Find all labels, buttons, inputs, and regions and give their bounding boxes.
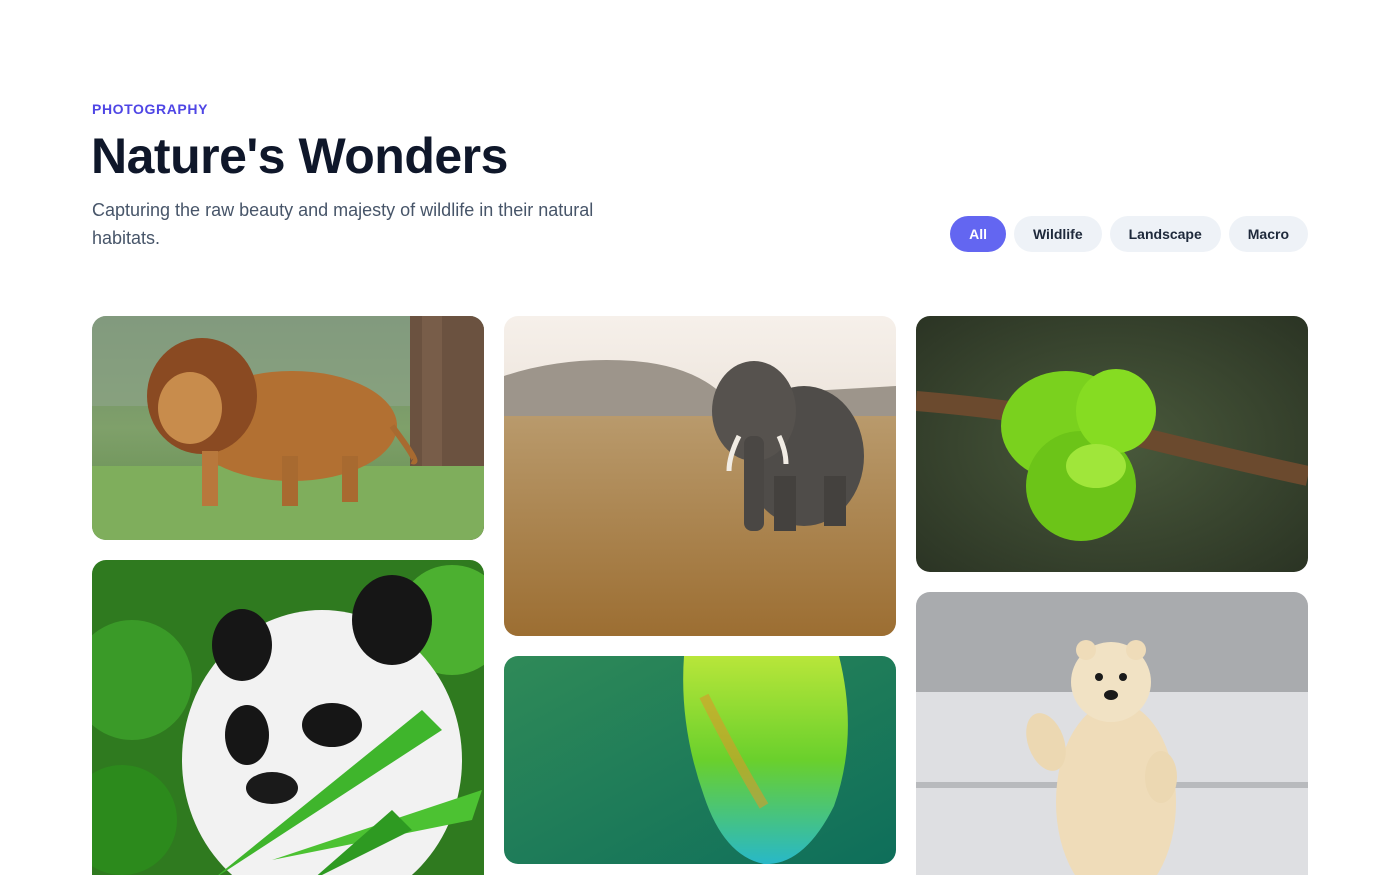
parrot-photo: [504, 656, 896, 864]
polar-bear-photo: [916, 592, 1308, 875]
photo-card-polar-bear[interactable]: [916, 592, 1308, 875]
section-eyebrow: PHOTOGRAPHY: [92, 101, 209, 117]
photo-card-snake[interactable]: [916, 316, 1308, 572]
photo-card-parrot[interactable]: [504, 656, 896, 864]
photo-card-lion[interactable]: [92, 316, 484, 540]
filter-bar: All Wildlife Landscape Macro: [950, 216, 1308, 252]
elephant-photo: [504, 316, 896, 636]
panda-photo: [92, 560, 484, 875]
gallery-page: PHOTOGRAPHY Nature's Wonders Capturing t…: [0, 0, 1400, 875]
snake-photo: [916, 316, 1308, 572]
page-title: Nature's Wonders: [91, 128, 508, 184]
photo-card-elephant[interactable]: [504, 316, 896, 636]
filter-wildlife-button[interactable]: Wildlife: [1013, 216, 1102, 252]
filter-macro-button[interactable]: Macro: [1228, 216, 1308, 252]
photo-card-panda[interactable]: [92, 560, 484, 875]
filter-all-button[interactable]: All: [950, 216, 1006, 252]
page-subtitle: Capturing the raw beauty and majesty of …: [92, 200, 594, 248]
filter-landscape-button[interactable]: Landscape: [1109, 216, 1221, 252]
lion-photo: [92, 316, 484, 540]
